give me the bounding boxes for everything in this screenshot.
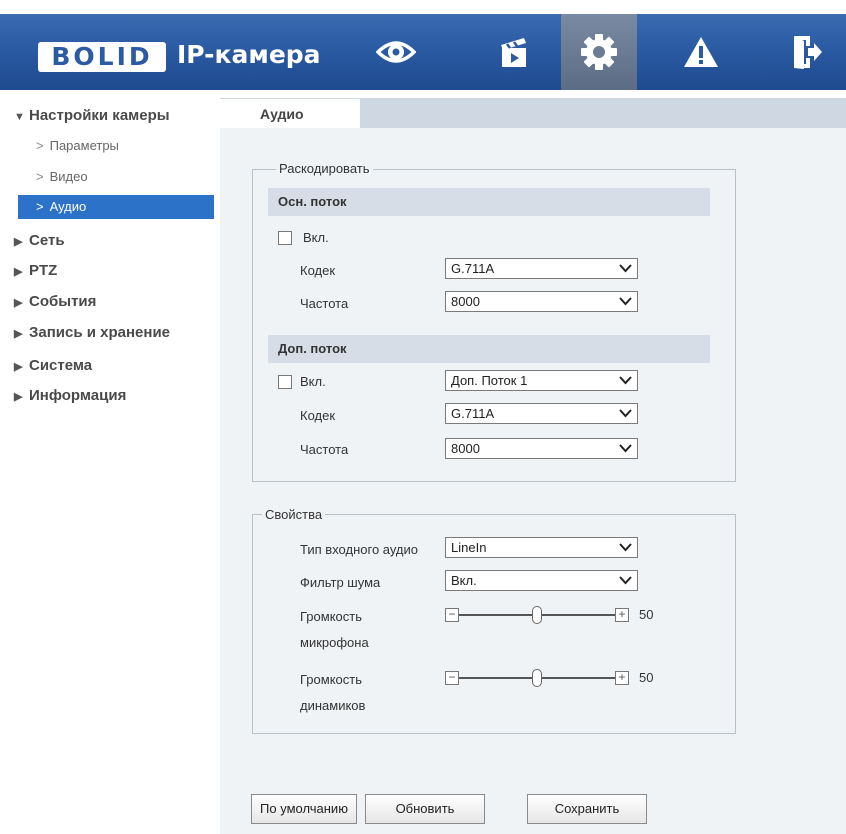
sidebar: ▼ Настройки камеры > Параметры > Видео > Ауд… <box>0 98 215 834</box>
input-type-label: Тип входного аудио <box>300 542 419 557</box>
sub-rate-select[interactable]: 8000 <box>445 438 638 459</box>
playback-clapper-icon[interactable] <box>476 14 552 90</box>
chevron-right-icon: > <box>36 138 44 153</box>
chevron-down-icon <box>619 444 632 453</box>
chevron-down-icon <box>619 409 632 418</box>
noise-filter-select[interactable]: Вкл. <box>445 570 638 591</box>
save-button[interactable]: Сохранить <box>527 794 647 824</box>
collapsed-triangle-icon: ▶ <box>14 328 23 340</box>
properties-legend: Свойства <box>262 507 326 523</box>
refresh-button[interactable]: Обновить <box>365 794 485 824</box>
minus-icon[interactable]: − <box>445 671 459 685</box>
collapsed-triangle-icon: ▶ <box>14 391 23 403</box>
input-type-select[interactable]: LineIn <box>445 537 638 558</box>
sub-codec-label: Кодек <box>300 408 336 423</box>
chevron-down-icon <box>619 543 632 552</box>
bolid-logo: BOLID <box>38 42 166 72</box>
speaker-volume-label-line2: динамиков <box>300 698 366 713</box>
sub-stream-enable-label: Вкл. <box>300 374 326 389</box>
chevron-right-icon: > <box>36 199 44 214</box>
speaker-volume-label-line1: Громкость <box>300 672 362 687</box>
slider-thumb[interactable] <box>532 606 542 624</box>
collapsed-triangle-icon: ▶ <box>14 266 23 278</box>
sidebar-item-recording-storage[interactable]: ▶ Запись и хранение <box>14 321 214 345</box>
main-rate-select[interactable]: 8000 <box>445 291 638 312</box>
speaker-volume-slider[interactable]: − + 50 <box>445 669 675 689</box>
plus-icon[interactable]: + <box>615 608 629 622</box>
sidebar-item-system[interactable]: ▶ Система <box>14 354 214 378</box>
sidebar-item-ptz[interactable]: ▶ PTZ <box>14 259 214 283</box>
mic-volume-label-line1: Громкость <box>300 609 362 624</box>
sub-stream-select[interactable]: Доп. Поток 1 <box>445 370 638 391</box>
main-stream-enable-checkbox[interactable] <box>278 231 292 245</box>
main-stream-enable-label: Вкл. <box>303 230 329 245</box>
mic-volume-label-line2: микрофона <box>300 635 369 650</box>
sub-rate-label: Частота <box>300 442 349 457</box>
chevron-right-icon: > <box>36 169 44 184</box>
encode-legend: Раскодировать <box>276 161 373 177</box>
main-codec-select[interactable]: G.711A <box>445 258 638 279</box>
tab-audio[interactable]: Аудио <box>220 98 360 128</box>
settings-gear-icon[interactable] <box>561 14 637 90</box>
main-stream-header: Осн. поток <box>268 188 710 216</box>
audio-settings-panel: Раскодировать Осн. поток Вкл. Кодек G.71… <box>220 128 846 834</box>
slider-thumb[interactable] <box>532 669 542 687</box>
sidebar-item-parameters[interactable]: > Параметры <box>18 134 214 158</box>
sidebar-item-audio[interactable]: > Аудио <box>18 195 214 219</box>
tab-strip: Аудио <box>220 98 846 128</box>
sub-stream-enable-checkbox[interactable] <box>278 375 292 389</box>
collapsed-triangle-icon: ▶ <box>14 297 23 309</box>
collapsed-triangle-icon: ▶ <box>14 361 23 373</box>
sidebar-item-information[interactable]: ▶ Информация <box>14 384 214 408</box>
sidebar-item-events[interactable]: ▶ События <box>14 290 214 314</box>
app-title: IP-камера <box>177 40 321 69</box>
main-codec-label: Кодек <box>300 263 336 278</box>
noise-filter-label: Фильтр шума <box>300 575 381 590</box>
mic-volume-value: 50 <box>639 607 654 622</box>
sidebar-item-network[interactable]: ▶ Сеть <box>14 229 214 253</box>
mic-volume-slider[interactable]: − + 50 <box>445 606 675 626</box>
plus-icon[interactable]: + <box>615 671 629 685</box>
sub-codec-select[interactable]: G.711A <box>445 403 638 424</box>
main-rate-label: Частота <box>300 296 349 311</box>
expanded-triangle-icon: ▼ <box>14 111 25 123</box>
sidebar-item-video[interactable]: > Видео <box>18 165 214 189</box>
minus-icon[interactable]: − <box>445 608 459 622</box>
sidebar-item-camera-settings[interactable]: ▼ Настройки камеры <box>14 104 214 128</box>
sub-stream-header: Доп. поток <box>268 335 710 363</box>
speaker-volume-value: 50 <box>639 670 654 685</box>
chevron-down-icon <box>619 264 632 273</box>
alarm-warning-icon[interactable] <box>663 14 739 90</box>
chevron-down-icon <box>619 576 632 585</box>
default-button[interactable]: По умолчанию <box>251 794 357 824</box>
live-view-eye-icon[interactable] <box>358 14 434 90</box>
chevron-down-icon <box>619 376 632 385</box>
collapsed-triangle-icon: ▶ <box>14 236 23 248</box>
chevron-down-icon <box>619 297 632 306</box>
logout-icon[interactable] <box>770 14 846 90</box>
